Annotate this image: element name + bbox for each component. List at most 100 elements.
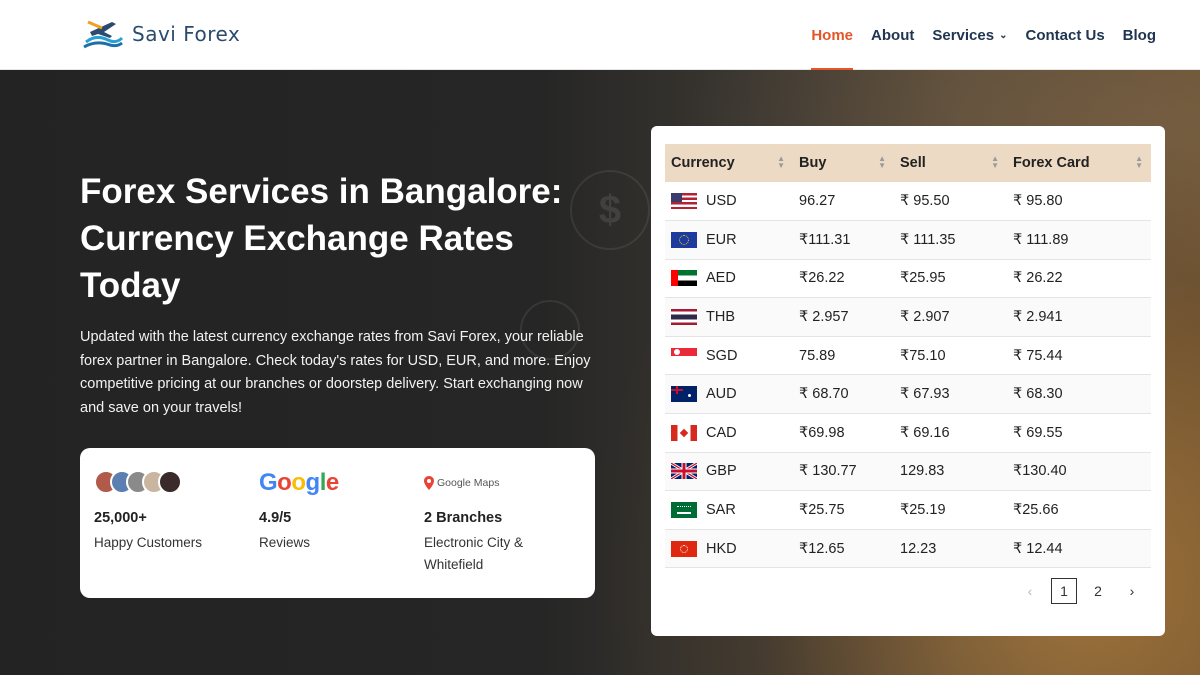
hong-kong-flag-icon	[671, 540, 697, 557]
brand-name: Savi Forex	[132, 22, 241, 46]
exchange-rates-table: Currency ▲ ▼ Buy ▲ ▼ Sell ▲ ▼ Forex Card ▲ ▼ USD…	[665, 144, 1151, 569]
customers-count: 25,000+	[94, 510, 147, 526]
nav-home[interactable]: Home	[811, 0, 853, 70]
table-row: HKD ₹12.65 12.23 ₹ 12.44	[665, 529, 1151, 569]
buy-rate: 75.89	[793, 336, 894, 376]
sell-rate: ₹75.10	[894, 336, 1007, 376]
column-header-sell[interactable]: Sell ▲ ▼	[894, 144, 1007, 182]
card-rate: ₹ 2.941	[1007, 297, 1151, 337]
currency-code: HKD	[706, 540, 737, 557]
saudi-flag-icon	[671, 502, 697, 519]
next-page-button[interactable]: ›	[1119, 578, 1145, 604]
branches-label: Electronic City & Whitefield	[424, 535, 524, 572]
currency-code: SGD	[706, 347, 738, 364]
card-rate: ₹ 95.80	[1007, 182, 1151, 222]
avatar	[158, 470, 182, 494]
nav-services[interactable]: Services ⌄	[932, 0, 1007, 70]
buy-rate: ₹26.22	[793, 259, 894, 299]
buy-rate: ₹12.65	[793, 529, 894, 569]
column-header-forex-card[interactable]: Forex Card ▲ ▼	[1007, 144, 1151, 182]
nav-services-label: Services	[932, 26, 995, 44]
column-header-currency[interactable]: Currency ▲ ▼	[665, 144, 793, 182]
buy-rate: ₹ 130.77	[793, 452, 894, 492]
card-rate: ₹ 111.89	[1007, 220, 1151, 260]
currency-code: SAR	[706, 502, 736, 519]
currency-code: GBP	[706, 463, 737, 480]
currency-code: THB	[706, 309, 735, 326]
column-header-buy[interactable]: Buy ▲ ▼	[793, 144, 894, 182]
sell-rate: ₹ 2.907	[894, 297, 1007, 337]
stat-customers: 25,000+ Happy Customers	[94, 470, 202, 554]
card-rate: ₹130.40	[1007, 452, 1151, 492]
currency-code: CAD	[706, 424, 737, 441]
eu-flag-icon	[671, 231, 697, 248]
buy-rate: ₹ 68.70	[793, 374, 894, 415]
card-rate: ₹ 75.44	[1007, 336, 1151, 376]
card-rate: ₹25.66	[1007, 490, 1151, 530]
google-logo: Google	[259, 469, 339, 496]
card-rate: ₹ 26.22	[1007, 259, 1151, 299]
currency-code: AUD	[706, 386, 737, 403]
sell-rate: 12.23	[894, 529, 1007, 569]
card-rate: ₹ 69.55	[1007, 413, 1151, 453]
customers-label: Happy Customers	[94, 535, 203, 550]
stat-reviews: Google 4.9/5 Reviews	[259, 470, 339, 554]
table-row: SAR ₹25.75 ₹25.19 ₹25.66	[665, 490, 1151, 530]
card-rate: ₹ 12.44	[1007, 529, 1151, 569]
page-button-2[interactable]: 2	[1085, 578, 1111, 604]
reviews-rating: 4.9/5	[259, 510, 292, 526]
header-label: Buy	[799, 155, 827, 171]
hero-description: Updated with the latest currency exchang…	[80, 329, 591, 416]
sort-icon: ▲ ▼	[1135, 154, 1143, 170]
sell-rate: ₹ 95.50	[894, 182, 1007, 222]
google-maps-logo: Google Maps	[424, 470, 574, 496]
logo-plane-icon	[82, 14, 124, 54]
table-row: AUD ₹ 68.70 ₹ 67.93 ₹ 68.30	[665, 374, 1151, 415]
table-row: CAD ₹69.98 ₹ 69.16 ₹ 69.55	[665, 413, 1151, 453]
table-row: EUR ₹111.31 ₹ 111.35 ₹ 111.89	[665, 220, 1151, 260]
table-row: USD 96.27 ₹ 95.50 ₹ 95.80	[665, 182, 1151, 222]
brand-logo[interactable]: Savi Forex	[82, 14, 240, 54]
card-rate: ₹ 68.30	[1007, 374, 1151, 415]
pagination: ‹ 1 2 ›	[1017, 578, 1145, 604]
header-label: Currency	[671, 155, 735, 171]
branches-count: 2 Branches	[424, 510, 503, 526]
sort-icon: ▲ ▼	[878, 154, 886, 170]
stats-card: 25,000+ Happy Customers Google 4.9/5 Rev…	[80, 448, 595, 598]
google-maps-label: Google Maps	[437, 477, 500, 489]
table-row: THB ₹ 2.957 ₹ 2.907 ₹ 2.941	[665, 297, 1151, 337]
currency-code: USD	[706, 193, 737, 210]
nav-blog[interactable]: Blog	[1123, 0, 1156, 70]
sell-rate: ₹25.95	[894, 259, 1007, 299]
hero-section: $ Forex Services in Bangalore: Currency …	[0, 70, 1200, 675]
table-row: SGD 75.89 ₹75.10 ₹ 75.44	[665, 336, 1151, 376]
prev-page-button[interactable]: ‹	[1017, 578, 1043, 604]
sort-icon: ▲ ▼	[991, 154, 999, 170]
sort-icon: ▲ ▼	[777, 154, 785, 170]
sell-rate: ₹ 67.93	[894, 374, 1007, 415]
header-label: Sell	[900, 155, 926, 171]
page-button-1[interactable]: 1	[1051, 578, 1077, 604]
reviews-label: Reviews	[259, 535, 311, 550]
buy-rate: 96.27	[793, 182, 894, 222]
currency-code: EUR	[706, 231, 737, 248]
customer-avatars	[94, 470, 202, 496]
currency-code: AED	[706, 270, 736, 287]
singapore-flag-icon	[671, 347, 697, 364]
table-row: AED ₹26.22 ₹25.95 ₹ 26.22	[665, 259, 1151, 299]
map-pin-icon	[424, 476, 434, 490]
page-title: Forex Services in Bangalore: Currency Ex…	[80, 172, 563, 305]
table-row: GBP ₹ 130.77 129.83 ₹130.40	[665, 452, 1151, 492]
buy-rate: ₹ 2.957	[793, 297, 894, 337]
exchange-rates-card: Currency ▲ ▼ Buy ▲ ▼ Sell ▲ ▼ Forex Card ▲ ▼ USD…	[651, 126, 1165, 636]
stat-branches: Google Maps 2 Branches Electronic City &…	[424, 470, 574, 576]
nav-contact[interactable]: Contact Us	[1025, 0, 1104, 70]
nav-about[interactable]: About	[871, 0, 914, 70]
buy-rate: ₹69.98	[793, 413, 894, 453]
main-nav: Home About Services ⌄ Contact Us Blog	[811, 0, 1156, 70]
sell-rate: ₹ 69.16	[894, 413, 1007, 453]
chevron-down-icon: ⌄	[999, 29, 1008, 41]
canada-flag-icon	[671, 424, 697, 441]
site-header: Savi Forex Home About Services ⌄ Contact…	[0, 0, 1200, 70]
usa-flag-icon	[671, 193, 697, 210]
